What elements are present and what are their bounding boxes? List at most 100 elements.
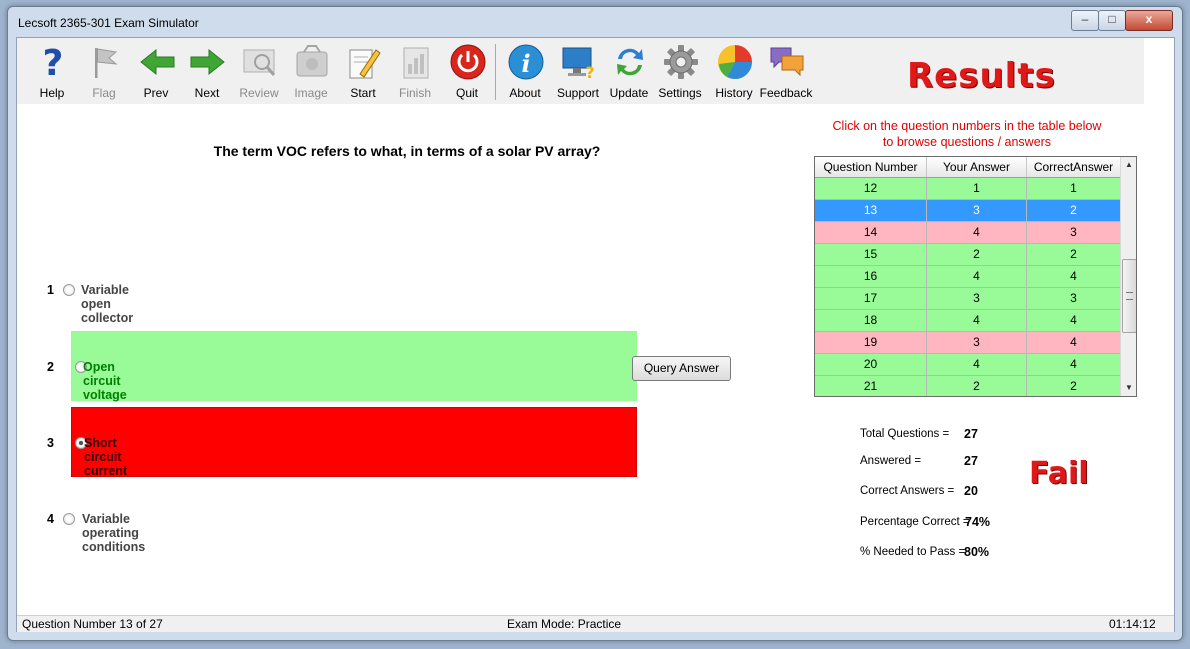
option-number: 2 <box>47 360 54 374</box>
cell-question-number[interactable]: 14 <box>815 222 927 244</box>
percentage-correct-label: Percentage Correct = <box>860 516 970 528</box>
flag-icon <box>95 48 118 78</box>
cell-your-answer[interactable]: 2 <box>927 244 1027 266</box>
cell-your-answer[interactable]: 3 <box>927 332 1027 354</box>
scroll-up-icon[interactable]: ▲ <box>1121 157 1136 173</box>
cell-question-number[interactable]: 12 <box>815 178 927 200</box>
cell-your-answer[interactable]: 4 <box>927 222 1027 244</box>
header-correct-answer[interactable]: CorrectAnswer <box>1027 157 1120 177</box>
svg-text:?: ? <box>43 44 64 80</box>
table-row[interactable]: 20 4 4 <box>815 354 1120 376</box>
finish-button[interactable]: Finish <box>390 42 440 102</box>
header-your-answer[interactable]: Your Answer <box>927 157 1027 177</box>
cell-correct-answer[interactable]: 2 <box>1027 376 1120 396</box>
cell-your-answer[interactable]: 1 <box>927 178 1027 200</box>
review-button[interactable]: Review <box>234 42 284 102</box>
option-number: 3 <box>47 436 54 450</box>
minimize-button[interactable]: – <box>1071 10 1099 31</box>
table-row[interactable]: 12 1 1 <box>815 178 1120 200</box>
cell-correct-answer[interactable]: 2 <box>1027 244 1120 266</box>
cell-your-answer[interactable]: 2 <box>927 376 1027 396</box>
next-button[interactable]: Next <box>182 42 232 102</box>
prev-label: Prev <box>143 86 169 100</box>
finish-label: Finish <box>398 86 431 100</box>
about-button[interactable]: i About <box>500 42 550 102</box>
option-radio[interactable] <box>63 284 75 296</box>
table-row[interactable]: 21 2 2 <box>815 376 1120 396</box>
cell-correct-answer[interactable]: 4 <box>1027 354 1120 376</box>
table-row[interactable]: 15 2 2 <box>815 244 1120 266</box>
cell-your-answer[interactable]: 4 <box>927 354 1027 376</box>
cell-correct-answer[interactable]: 4 <box>1027 332 1120 354</box>
feedback-bubbles-icon <box>770 47 804 77</box>
settings-button[interactable]: Settings <box>655 42 705 102</box>
table-row[interactable]: 13 3 2 <box>815 200 1120 222</box>
scroll-thumb[interactable] <box>1122 259 1136 333</box>
needed-to-pass-label: % Needed to Pass = <box>860 546 966 558</box>
correct-answer-highlight <box>71 331 637 401</box>
results-hint-line1: Click on the question numbers in the tab… <box>832 119 1102 133</box>
next-label: Next <box>194 86 220 100</box>
cell-your-answer[interactable]: 4 <box>927 266 1027 288</box>
finish-chart-icon <box>403 47 429 79</box>
minimize-icon: – <box>1081 12 1089 26</box>
close-button[interactable]: x <box>1125 10 1173 31</box>
status-timer: 01:14:12 <box>1109 617 1156 631</box>
help-button[interactable]: ? Help <box>27 42 77 102</box>
client-area: ? Help Flag Prev Next Review Image Start… <box>16 37 1175 632</box>
support-button[interactable]: ? Support <box>553 42 603 102</box>
feedback-button[interactable]: Feedback <box>760 42 812 102</box>
cell-correct-answer[interactable]: 1 <box>1027 178 1120 200</box>
window-title: Lecsoft 2365-301 Exam Simulator <box>18 16 199 30</box>
cell-your-answer[interactable]: 4 <box>927 310 1027 332</box>
table-row[interactable]: 14 4 3 <box>815 222 1120 244</box>
help-label: Help <box>39 86 65 100</box>
maximize-button[interactable]: □ <box>1098 10 1126 31</box>
cell-question-number[interactable]: 18 <box>815 310 927 332</box>
cell-your-answer[interactable]: 3 <box>927 288 1027 310</box>
svg-text:i: i <box>521 49 530 78</box>
header-question-number[interactable]: Question Number <box>815 157 927 177</box>
update-button[interactable]: Update <box>604 42 654 102</box>
question-text: The term VOC refers to what, in terms of… <box>213 143 601 159</box>
wrong-answer-highlight <box>71 407 637 477</box>
cell-question-number[interactable]: 19 <box>815 332 927 354</box>
cell-correct-answer[interactable]: 4 <box>1027 310 1120 332</box>
flag-button[interactable]: Flag <box>79 42 129 102</box>
table-row[interactable]: 19 3 4 <box>815 332 1120 354</box>
gear-icon <box>664 45 698 79</box>
option-label: Short circuit current <box>84 436 128 478</box>
table-row[interactable]: 18 4 4 <box>815 310 1120 332</box>
cell-question-number[interactable]: 16 <box>815 266 927 288</box>
start-label: Start <box>350 86 376 100</box>
query-answer-button[interactable]: Query Answer <box>632 356 731 381</box>
cell-question-number[interactable]: 21 <box>815 376 927 396</box>
history-button[interactable]: History <box>709 42 759 102</box>
cell-correct-answer[interactable]: 2 <box>1027 200 1120 222</box>
total-questions-label: Total Questions = <box>860 428 950 440</box>
cell-correct-answer[interactable]: 3 <box>1027 288 1120 310</box>
results-hint-line2: to browse questions / answers <box>882 135 1052 149</box>
scroll-down-icon[interactable]: ▼ <box>1121 380 1136 396</box>
option-radio[interactable] <box>63 513 75 525</box>
svg-text:?: ? <box>585 63 594 80</box>
status-bar: Question Number 13 of 27 Exam Mode: Prac… <box>17 615 1174 632</box>
quit-button[interactable]: Quit <box>442 42 492 102</box>
cell-question-number[interactable]: 15 <box>815 244 927 266</box>
table-scrollbar[interactable]: ▲ ▼ <box>1120 157 1136 396</box>
cell-correct-answer[interactable]: 3 <box>1027 222 1120 244</box>
cell-question-number[interactable]: 17 <box>815 288 927 310</box>
update-label: Update <box>609 86 649 100</box>
cell-your-answer[interactable]: 3 <box>927 200 1027 222</box>
cell-question-number[interactable]: 20 <box>815 354 927 376</box>
cell-correct-answer[interactable]: 4 <box>1027 266 1120 288</box>
about-label: About <box>509 86 541 100</box>
help-icon: ? <box>43 44 64 80</box>
prev-button[interactable]: Prev <box>131 42 181 102</box>
table-row[interactable]: 16 4 4 <box>815 266 1120 288</box>
table-row[interactable]: 17 3 3 <box>815 288 1120 310</box>
cell-question-number[interactable]: 13 <box>815 200 927 222</box>
image-button[interactable]: Image <box>286 42 336 102</box>
settings-label: Settings <box>658 86 702 100</box>
start-button[interactable]: Start <box>338 42 388 102</box>
